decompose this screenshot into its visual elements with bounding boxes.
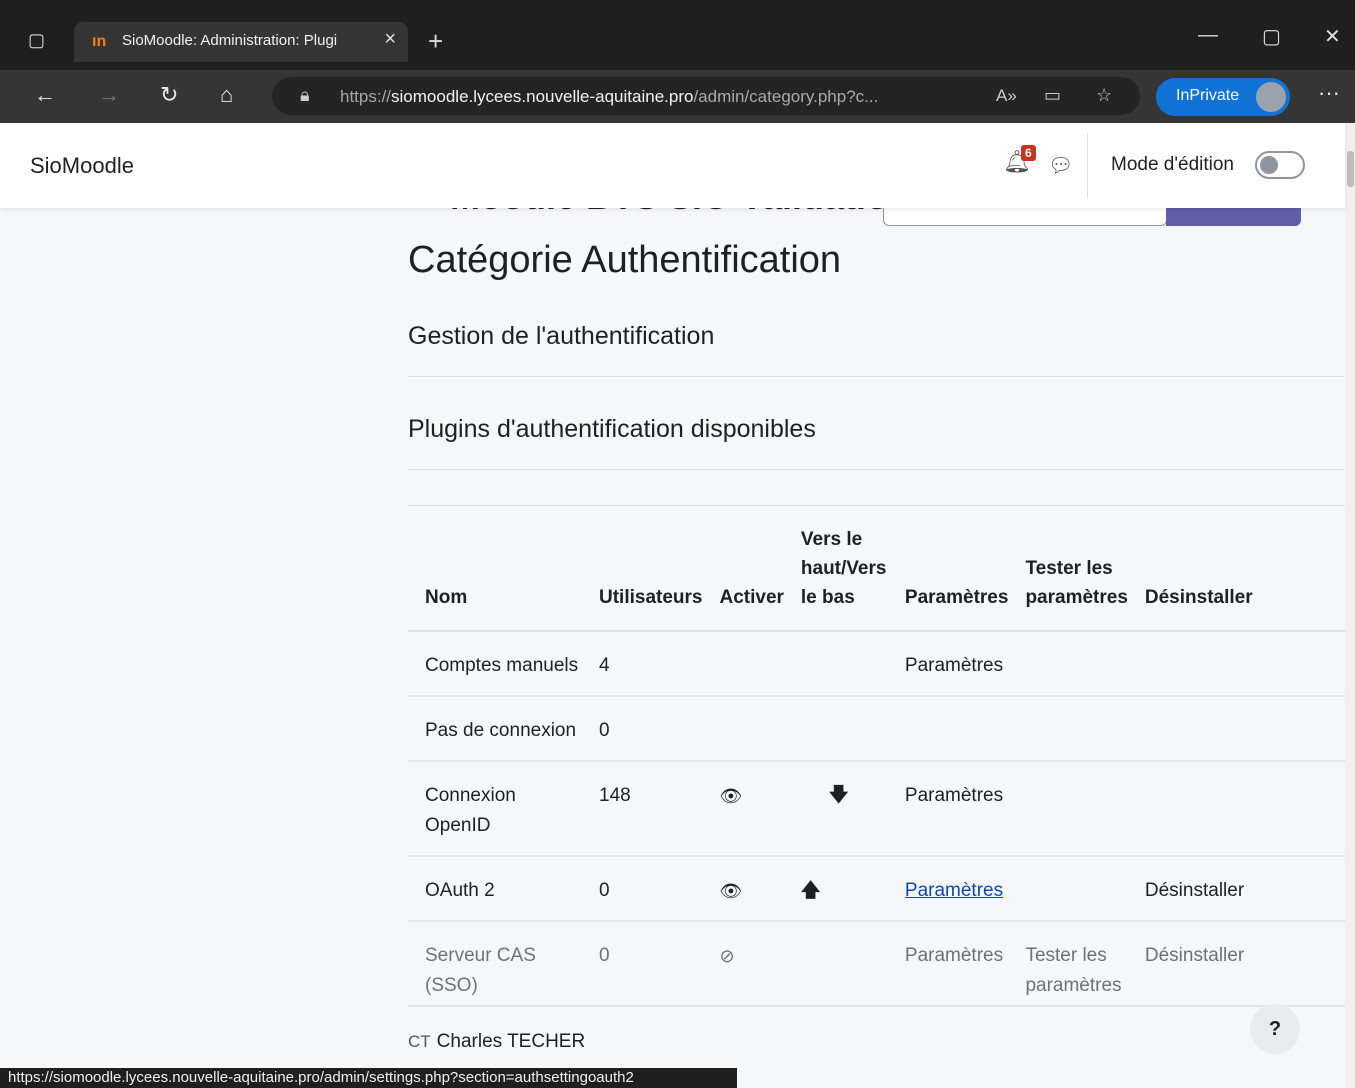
close-tab-icon[interactable]: × [384,28,396,51]
browser-tab[interactable]: ın SioMoodle: Administration: Plugi × [74,22,408,62]
plugin-name: OAuth 2 [408,855,582,922]
table-row: Comptes manuels 4 Paramètres [408,630,1345,697]
tab-title: SioMoodle: Administration: Plugi [122,32,338,49]
home-icon[interactable]: ⌂ [220,82,233,108]
tab-actions-icon[interactable]: ▢ [28,30,45,51]
lock-icon[interactable]: 🔒︎ [300,85,310,106]
inprivate-button[interactable]: InPrivate [1156,78,1290,116]
settings-link[interactable]: Paramètres [887,920,1009,1007]
read-aloud-icon[interactable]: A» [996,86,1017,106]
new-tab-icon[interactable]: + [428,26,443,57]
moodle-favicon-icon: ın [92,33,107,50]
url-domain: siomoodle.lycees.nouvelle-aquitaine.pro [391,87,694,106]
page-title: Catégorie Authentification [408,239,842,281]
plugin-name: Connexion OpenID [408,760,582,857]
uninstall-link[interactable]: Désinstaller [1127,855,1345,922]
settings-link[interactable]: Paramètres [887,630,1009,697]
url-path: /admin/category.php?c... [693,87,879,106]
message-icon[interactable]: 💬︎ [1048,153,1073,178]
url-prefix: https:// [340,87,392,106]
eye-icon[interactable]: 👁︎ [719,786,742,806]
navbar-divider [1087,133,1088,198]
favorite-icon[interactable]: ☆ [1096,85,1112,106]
edit-mode-label: Mode d'édition [1111,154,1234,175]
scrollbar-thumb[interactable] [1347,151,1354,187]
refresh-icon[interactable]: ↻ [160,82,178,108]
plugin-users: 0 [582,855,703,922]
browser-titlebar: ▢ ın SioMoodle: Administration: Plugi × … [0,0,1355,78]
eye-icon[interactable]: 👁︎ [719,881,742,901]
url-field[interactable]: 🔒︎ https://siomoodle.lycees.nouvelle-aqu… [272,77,1140,115]
col-users: Utilisateurs [582,505,703,632]
close-window-icon[interactable]: ✕ [1324,24,1341,49]
maximize-icon[interactable]: ▢ [1262,24,1281,49]
divider [408,469,1344,470]
reader-view-icon[interactable]: ▭ [1044,85,1061,106]
plugin-name: Serveur CAS (SSO) [408,920,582,1007]
table-row: Serveur CAS (SSO) 0 ⊘ Paramètres Tester … [408,920,1345,1007]
section-heading-management: Gestion de l'authentification [408,322,715,350]
plugin-users: 0 [582,920,703,1007]
table-row: Pas de connexion 0 [408,695,1345,762]
plugin-users: 0 [582,695,703,762]
col-uninstall: Désinstaller [1127,505,1345,632]
table-row: OAuth 2 0 👁︎ 🡅 Paramètres Désinstaller [408,855,1345,922]
eye-slash-icon[interactable]: ⊘ [719,946,734,966]
more-menu-icon[interactable]: ··· [1318,80,1340,106]
settings-link[interactable]: Paramètres [905,880,1003,901]
user-name: Charles TECHER [436,1031,586,1052]
forward-icon[interactable]: → [98,82,120,108]
col-updown: Vers le haut/Vers le bas [783,505,888,632]
user-initials: CT [408,1032,431,1051]
profile-avatar [1256,82,1286,112]
plugin-users: 148 [582,760,703,857]
divider [408,376,1344,377]
arrow-up-icon[interactable]: 🡅 [801,880,821,901]
footer-user[interactable]: CT Charles TECHER [408,1031,585,1053]
status-url: https://siomoodle.lycees.nouvelle-aquita… [0,1068,737,1088]
moodle-navbar: SioMoodle 🔔︎ 6 💬︎ Mode d'édition [0,123,1345,208]
help-button[interactable]: ? [1250,1004,1300,1054]
notification-badge: 6 [1021,145,1036,161]
inprivate-label: InPrivate [1176,87,1240,104]
page-scrollbar[interactable] [1345,123,1355,1088]
address-bar-row: ← → ↻ ⌂ 🔒︎ https://siomoodle.lycees.nouv… [0,70,1355,123]
back-icon[interactable]: ← [34,82,56,108]
col-settings: Paramètres [887,505,1009,632]
arrow-down-icon[interactable]: 🡇 [801,785,849,806]
toggle-knob [1260,156,1278,174]
table-row: Connexion OpenID 148 👁︎ 🡇 Paramètres [408,760,1345,857]
plugin-name: Pas de connexion [408,695,582,762]
minimize-icon[interactable]: — [1198,24,1218,47]
table-header-row: Nom Utilisateurs Activer Vers le haut/Ve… [408,505,1345,632]
test-settings-link[interactable]: Tester les paramètres [1008,920,1128,1007]
col-enable: Activer [702,505,784,632]
settings-link[interactable]: Paramètres [887,760,1009,857]
site-brand[interactable]: SioMoodle [30,153,134,179]
plugin-name: Comptes manuels [408,630,582,697]
section-heading-plugins: Plugins d'authentification disponibles [408,415,816,443]
plugin-users: 4 [582,630,703,697]
auth-plugins-table: Nom Utilisateurs Activer Vers le haut/Ve… [408,505,1345,1007]
uninstall-link[interactable]: Désinstaller [1127,920,1345,1007]
edit-mode-toggle[interactable] [1255,151,1305,179]
col-test: Tester les paramètres [1008,505,1128,632]
col-name: Nom [408,505,582,632]
